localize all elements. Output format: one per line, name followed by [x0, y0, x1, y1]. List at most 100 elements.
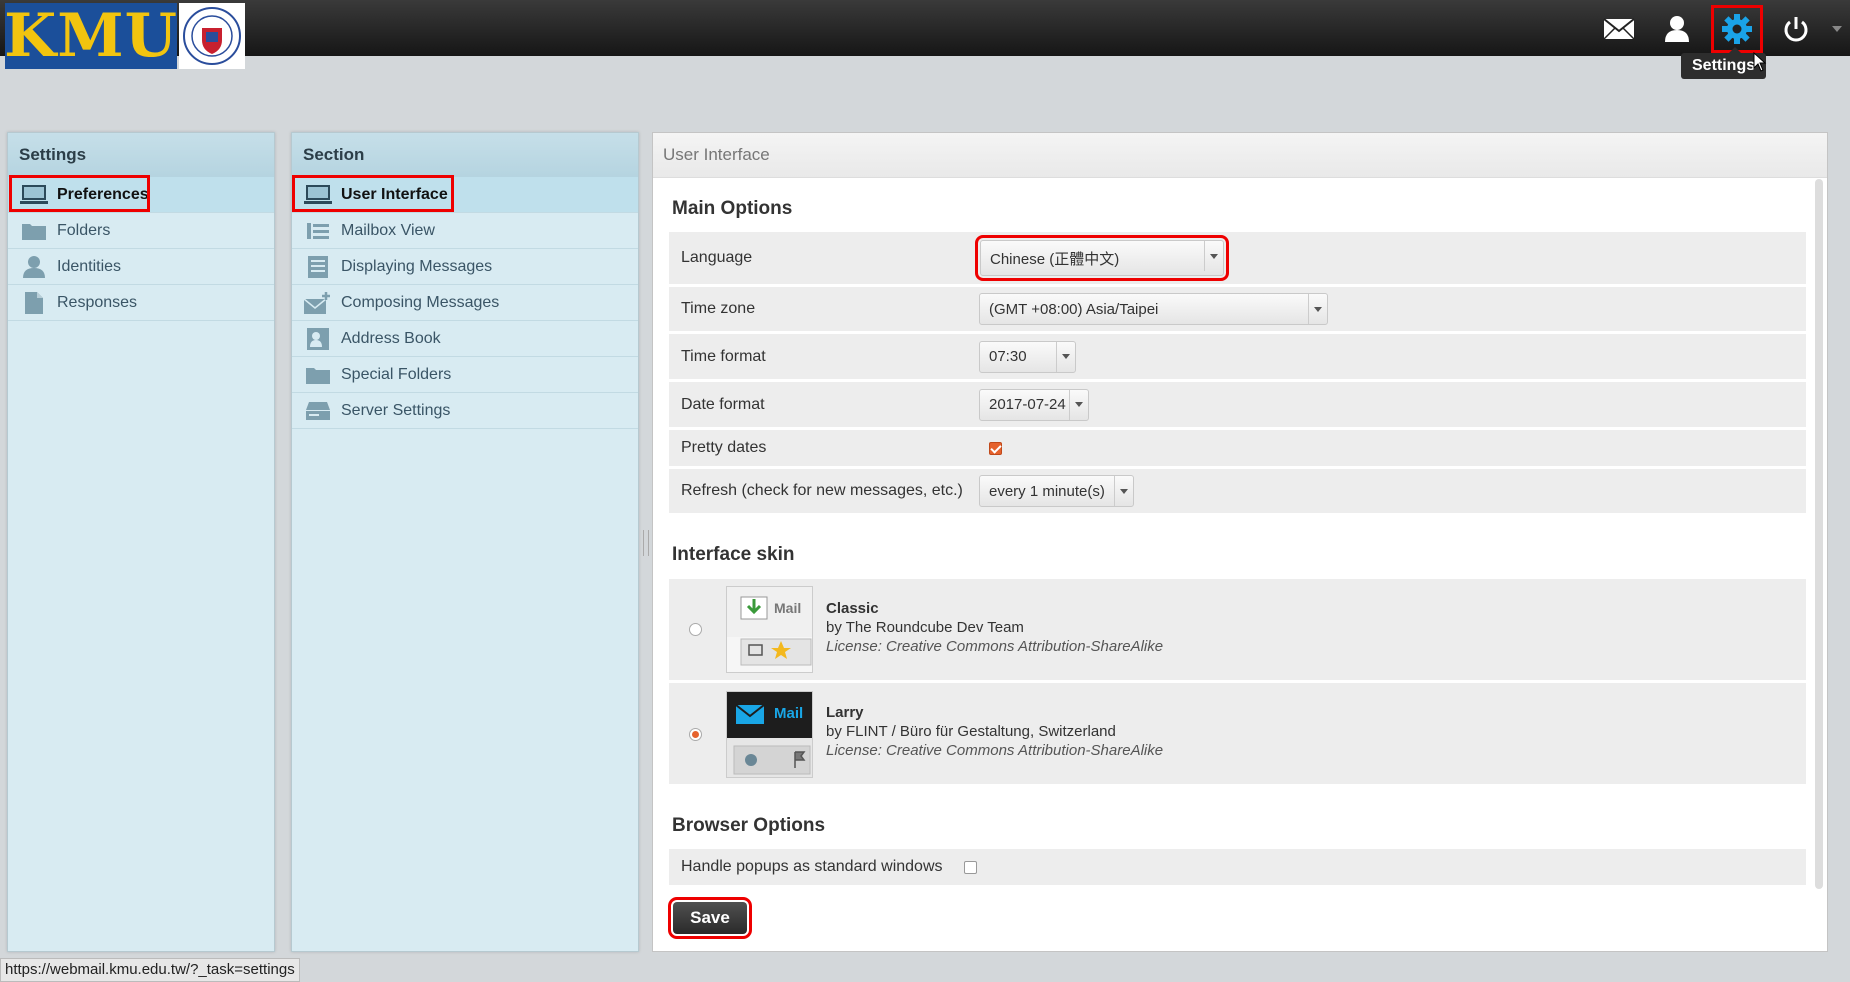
- classic-info: Classic by The Roundcube Dev Team Licens…: [826, 599, 1163, 656]
- popups-checkbox[interactable]: [964, 860, 977, 874]
- chevron-down-icon: [1056, 341, 1075, 372]
- logo-text: KMU: [4, 1, 178, 71]
- language-label: Language: [681, 249, 753, 266]
- section-item-label: Address Book: [341, 329, 441, 347]
- pretty-dates-label: Pretty dates: [681, 439, 767, 456]
- section-panel: Section User Interface Mailbox View Disp…: [291, 132, 639, 952]
- settings-panel-title: Settings: [8, 133, 274, 177]
- addressbook-icon: [303, 327, 333, 351]
- save-button[interactable]: Save: [668, 897, 752, 939]
- settings-item-label: Identities: [57, 257, 122, 275]
- skin-name: Classic: [826, 600, 879, 617]
- menu-dropdown-icon[interactable]: [1832, 26, 1842, 32]
- refresh-select[interactable]: every 1 minute(s): [979, 475, 1134, 507]
- refresh-value: every 1 minute(s): [989, 482, 1105, 500]
- timezone-select[interactable]: (GMT +08:00) Asia/Taipei: [979, 293, 1328, 325]
- section-item-server-settings[interactable]: Server Settings: [292, 393, 638, 429]
- skin-author: by FLINT / Büro für Gestaltung, Switzerl…: [826, 723, 1116, 740]
- interface-skin-title: Interface skin: [672, 544, 795, 565]
- settings-item-preferences[interactable]: Preferences: [8, 175, 274, 213]
- mouse-cursor-icon: [1753, 52, 1767, 72]
- browser-options-title: Browser Options: [672, 815, 826, 836]
- folder-icon: [19, 221, 49, 241]
- section-panel-title: Section: [292, 133, 638, 177]
- time-format-label: Time format: [681, 347, 766, 365]
- settings-item-label: Responses: [57, 293, 138, 311]
- mail-icon[interactable]: [1598, 10, 1640, 48]
- scrollbar[interactable]: [1815, 179, 1823, 889]
- highlight-box: [9, 175, 150, 212]
- main-panel-title: User Interface: [653, 133, 1827, 178]
- section-item-special-folders[interactable]: Special Folders: [292, 357, 638, 393]
- chevron-down-icon: [1204, 241, 1223, 271]
- section-item-composing-messages[interactable]: Composing Messages: [292, 285, 638, 321]
- skin-classic-radio[interactable]: [689, 623, 702, 636]
- section-item-label: Composing Messages: [341, 293, 500, 311]
- skin-license: License: Creative Commons Attribution-Sh…: [826, 638, 1164, 655]
- section-item-displaying-messages[interactable]: Displaying Messages: [292, 249, 638, 285]
- top-bar: [0, 0, 1850, 56]
- popups-row: Handle popups as standard windows: [669, 849, 1806, 888]
- language-select[interactable]: Chinese (正體中文): [975, 235, 1229, 281]
- classic-thumbnail: Mail: [726, 586, 813, 673]
- folder-icon: [303, 365, 333, 385]
- refresh-label: Refresh (check for new messages, etc.): [681, 482, 963, 499]
- settings-item-label: Folders: [57, 221, 111, 239]
- chevron-down-icon: [1069, 389, 1088, 420]
- skin-author: by The Roundcube Dev Team: [826, 619, 1024, 636]
- compose-icon: [303, 291, 333, 315]
- thumb-label: Mail: [774, 705, 804, 722]
- person-icon: [19, 255, 49, 279]
- document-icon: [19, 291, 49, 315]
- panel-splitter[interactable]: [643, 530, 649, 556]
- logo[interactable]: KMU: [4, 1, 245, 71]
- larry-info: Larry by FLINT / Büro für Gestaltung, Sw…: [826, 703, 1163, 760]
- refresh-row: Refresh (check for new messages, etc.) e…: [669, 469, 1806, 516]
- section-item-address-book[interactable]: Address Book: [292, 321, 638, 357]
- settings-item-folders[interactable]: Folders: [8, 213, 274, 249]
- settings-panel: Settings Preferences Folders Identities …: [7, 132, 275, 952]
- language-value: Chinese (正體中文): [990, 250, 1120, 268]
- time-format-select[interactable]: 07:30: [979, 340, 1076, 373]
- time-format-row: Time format 07:30: [669, 334, 1806, 382]
- highlight-box: [292, 175, 454, 212]
- date-format-row: Date format 2017-07-24: [669, 382, 1806, 430]
- settings-item-identities[interactable]: Identities: [8, 249, 274, 285]
- section-item-label: Displaying Messages: [341, 257, 493, 275]
- larry-thumbnail: Mail: [726, 691, 813, 778]
- timezone-value: (GMT +08:00) Asia/Taipei: [989, 300, 1159, 318]
- section-item-label: Mailbox View: [341, 221, 435, 239]
- time-format-value: 07:30: [989, 348, 1027, 365]
- timezone-row: Time zone (GMT +08:00) Asia/Taipei: [669, 287, 1806, 334]
- date-format-select[interactable]: 2017-07-24: [979, 388, 1089, 421]
- skin-larry-row[interactable]: Mail Larry by FLINT / Büro für Gestaltun…: [669, 683, 1806, 787]
- skin-name: Larry: [826, 704, 864, 721]
- chevron-down-icon: [1308, 294, 1327, 324]
- power-icon[interactable]: [1775, 10, 1817, 48]
- thumb-label: Mail: [774, 600, 802, 616]
- pretty-dates-row: Pretty dates: [669, 430, 1806, 469]
- date-format-value: 2017-07-24: [989, 396, 1066, 413]
- seal-icon: [179, 3, 245, 69]
- list-icon: [303, 221, 333, 241]
- message-icon: [303, 255, 333, 279]
- skin-larry-radio[interactable]: [689, 728, 702, 741]
- gear-icon[interactable]: [1711, 5, 1763, 53]
- main-options-title: Main Options: [672, 198, 793, 219]
- date-format-label: Date format: [681, 395, 765, 413]
- settings-item-responses[interactable]: Responses: [8, 285, 274, 321]
- section-item-label: Server Settings: [341, 401, 451, 419]
- timezone-label: Time zone: [681, 300, 756, 317]
- server-icon: [303, 400, 333, 422]
- status-url: https://webmail.kmu.edu.tw/?_task=settin…: [0, 958, 300, 982]
- skin-license: License: Creative Commons Attribution-Sh…: [826, 742, 1164, 759]
- section-item-user-interface[interactable]: User Interface: [292, 175, 638, 213]
- chevron-down-icon: [1114, 476, 1133, 506]
- user-interface-panel: User Interface Main Options Language Chi…: [652, 132, 1828, 952]
- pretty-dates-checkbox[interactable]: [989, 441, 1002, 455]
- popups-label: Handle popups as standard windows: [681, 858, 943, 875]
- section-item-mailbox-view[interactable]: Mailbox View: [292, 213, 638, 249]
- user-icon[interactable]: [1656, 10, 1698, 48]
- section-item-label: Special Folders: [341, 365, 452, 383]
- skin-classic-row[interactable]: Mail Classic by The Roundcube Dev Team L…: [669, 579, 1806, 683]
